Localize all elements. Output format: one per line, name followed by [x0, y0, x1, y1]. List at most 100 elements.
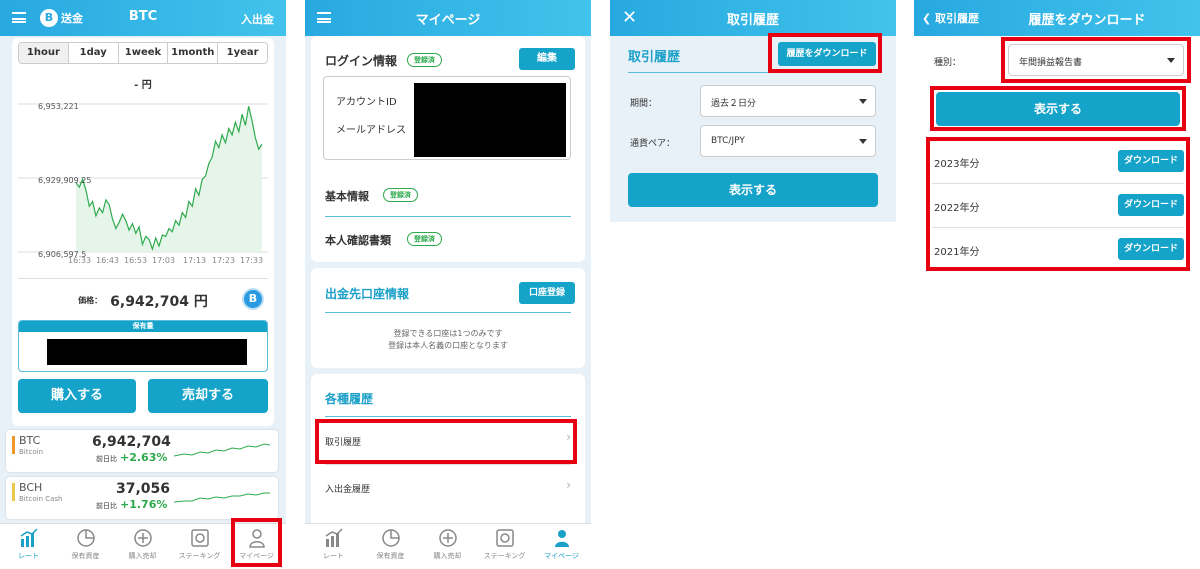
- divider: [325, 464, 571, 465]
- filter-panel: 取引履歴 履歴をダウンロード 期間： 過去２日分 通貨ペア： BTC/JPY 表…: [610, 36, 896, 222]
- download-button[interactable]: ダウンロード: [1118, 150, 1184, 172]
- plus-circle-icon: [133, 529, 152, 547]
- back-label: 取引履歴: [935, 12, 980, 25]
- sparkline: [174, 492, 270, 503]
- period-1week[interactable]: 1week: [119, 43, 169, 63]
- pair-select[interactable]: BTC/JPY: [700, 125, 876, 157]
- x-tick-label: 16:33: [68, 256, 92, 265]
- tab-mypage[interactable]: マイページ: [228, 528, 285, 561]
- price-value: 6,942,704 円: [110, 293, 208, 310]
- back-button[interactable]: ❮ 取引履歴: [922, 10, 979, 26]
- buy-button[interactable]: 購入する: [18, 379, 136, 413]
- deposit-history-item[interactable]: 入出金履歴: [325, 482, 370, 495]
- period-select[interactable]: 過去２日分: [700, 85, 876, 117]
- withdraw-account-card: 出金先口座情報 口座登録 登録できる口座は1つのみです 登録は本人名義の口座とな…: [311, 268, 585, 368]
- coin-name: Bitcoin: [19, 448, 44, 456]
- caret-down-icon: [859, 99, 867, 104]
- divider: [628, 72, 878, 73]
- period-1month[interactable]: 1month: [168, 43, 219, 63]
- current-price: 価格： 6,942,704 円: [12, 290, 274, 311]
- sell-button[interactable]: 売却する: [148, 379, 268, 413]
- download-button[interactable]: ダウンロード: [1118, 238, 1184, 260]
- year-label: 2022年分: [934, 203, 980, 214]
- tab-bar: レート 保有資産 購入売却 ステーキング マイページ: [0, 523, 286, 569]
- tab-buy-sell[interactable]: 購入売却: [114, 528, 171, 561]
- divider: [18, 278, 268, 279]
- login-info-title: ログイン情報: [325, 54, 398, 68]
- tab-label: 保有資産: [376, 552, 405, 560]
- y-tick-label: 6,929,909.25: [38, 176, 92, 185]
- bar-chart-icon: [325, 528, 343, 547]
- tab-label: 購入売却: [433, 552, 462, 560]
- safe-icon: [190, 529, 209, 547]
- year-row: 2023年分 ダウンロード: [932, 140, 1184, 184]
- tab-staking[interactable]: ステーキング: [171, 528, 228, 561]
- tab-staking[interactable]: ステーキング: [476, 528, 533, 561]
- coin-name: Bitcoin Cash: [19, 495, 63, 503]
- trade-history-item[interactable]: 取引履歴: [325, 435, 361, 448]
- period-1day[interactable]: 1day: [69, 43, 119, 63]
- status-badge: 登録済: [407, 232, 442, 246]
- header: B 送金 BTC 入出金: [0, 0, 286, 36]
- user-icon: [248, 529, 265, 548]
- coin-row-bch[interactable]: BCH Bitcoin Cash 37,056 前日比 +1.76%: [6, 477, 278, 519]
- edit-button[interactable]: 編集: [519, 48, 575, 70]
- type-value: 年間損益報告書: [1019, 58, 1083, 68]
- coin-change: +2.63%: [120, 451, 168, 464]
- header: マイページ: [305, 0, 591, 36]
- caret-down-icon: [1167, 58, 1175, 63]
- coin-change: +1.76%: [120, 498, 168, 511]
- show-button[interactable]: 表示する: [936, 92, 1180, 126]
- history-card: 各種履歴 取引履歴 › 入出金履歴 ›: [311, 374, 585, 534]
- download-button[interactable]: ダウンロード: [1118, 194, 1184, 216]
- download-history-button[interactable]: 履歴をダウンロード: [778, 42, 876, 66]
- deposit-withdraw-button[interactable]: 入出金: [241, 11, 274, 27]
- caret-down-icon: [859, 139, 867, 144]
- coin-price: 37,056: [116, 481, 171, 497]
- type-select[interactable]: 年間損益報告書: [1008, 44, 1184, 76]
- rate-screen: B 送金 BTC 入出金 1hour 1day 1week 1month 1ye…: [0, 0, 286, 569]
- pair-label: 通貨ペア：: [630, 139, 676, 149]
- basic-info-label[interactable]: 基本情報: [325, 188, 369, 204]
- tab-buy-sell[interactable]: 購入売却: [419, 528, 476, 561]
- tab-label: マイページ: [239, 552, 274, 560]
- tab-bar: レート 保有資産 購入売却 ステーキング マイページ: [305, 523, 591, 569]
- price-chart: 6,953,221 6,929,909.25 6,906,597.5 16:33…: [12, 96, 274, 274]
- coin-row-btc[interactable]: BTC Bitcoin 6,942,704 前日比 +2.63%: [6, 430, 278, 472]
- tab-mypage[interactable]: マイページ: [533, 528, 590, 561]
- type-label: 種別：: [934, 58, 962, 68]
- account-register-button[interactable]: 口座登録: [519, 282, 575, 304]
- account-info-box: アカウントID メールアドレス: [323, 76, 571, 160]
- holding-label: 保有量: [19, 321, 267, 332]
- period-1hour[interactable]: 1hour: [19, 43, 69, 63]
- rate-card: 1hour 1day 1week 1month 1year - 円 6,953,…: [12, 38, 274, 426]
- tab-rate[interactable]: レート: [0, 528, 57, 561]
- period-value: 過去２日分: [711, 99, 757, 109]
- page-title: 取引履歴: [726, 13, 779, 28]
- coin-symbol: BTC: [19, 434, 41, 447]
- holding-box: 保有量: [18, 320, 268, 372]
- period-1year[interactable]: 1year: [218, 43, 267, 63]
- year-label: 2023年分: [934, 159, 980, 170]
- year-row: 2022年分 ダウンロード: [932, 184, 1184, 228]
- x-tick-label: 17:13: [183, 256, 207, 265]
- account-id-label: アカウントID: [336, 97, 397, 108]
- change-label: 前日比: [96, 455, 117, 463]
- period-label: 期間：: [630, 99, 658, 109]
- identity-docs-label[interactable]: 本人確認書類: [325, 232, 391, 248]
- bar-chart-icon: [20, 528, 38, 547]
- login-info-card: ログイン情報 登録済 編集 アカウントID メールアドレス 基本情報 登録済 本…: [311, 36, 585, 262]
- tab-rate[interactable]: レート: [305, 528, 362, 561]
- tab-label: ステーキング: [483, 552, 526, 560]
- note-line: 登録できる口座は1つのみです: [393, 329, 503, 338]
- plus-circle-icon: [438, 529, 457, 547]
- status-badge: 登録済: [407, 53, 442, 67]
- chevron-right-icon: ›: [566, 430, 571, 444]
- bitcoin-icon[interactable]: B: [242, 288, 264, 310]
- tab-label: 保有資産: [71, 552, 100, 560]
- year-row: 2021年分 ダウンロード: [932, 228, 1184, 272]
- tab-assets[interactable]: 保有資産: [362, 528, 419, 561]
- show-button[interactable]: 表示する: [628, 173, 878, 207]
- tab-assets[interactable]: 保有資産: [57, 528, 114, 561]
- redacted-account-info: [414, 83, 566, 157]
